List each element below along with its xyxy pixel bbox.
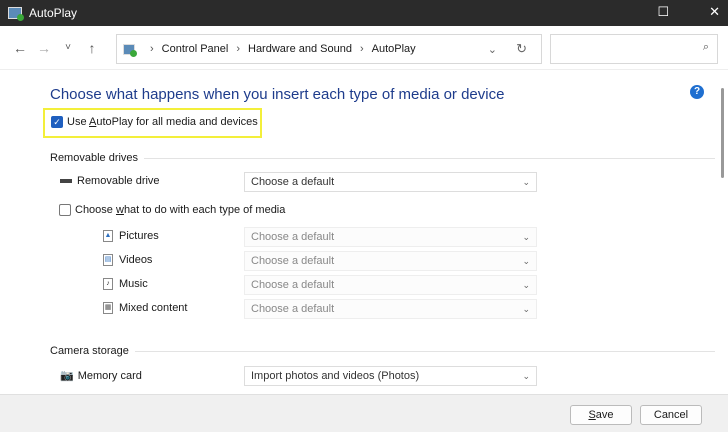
use-autoplay-checkbox[interactable]: ✓ Use AutoPlay for all media and devices bbox=[51, 116, 258, 129]
chevron-down-icon: ⌄ bbox=[522, 177, 530, 187]
help-icon[interactable]: ? bbox=[690, 85, 704, 99]
back-button[interactable]: ← bbox=[8, 40, 32, 56]
pictures-select[interactable]: Choose a default ⌄ bbox=[244, 227, 537, 247]
media-row-music: ♪ Music bbox=[103, 278, 148, 291]
cancel-button[interactable]: Cancel bbox=[640, 405, 702, 425]
chevron-down-icon: ⌄ bbox=[522, 304, 530, 314]
music-select[interactable]: Choose a default ⌄ bbox=[244, 275, 537, 295]
memory-card-select[interactable]: Import photos and videos (Photos) ⌄ bbox=[244, 366, 537, 386]
chevron-down-icon: ⌄ bbox=[522, 280, 530, 290]
address-dropdown-icon[interactable]: ⌄ bbox=[488, 43, 497, 56]
search-icon: ⌕ bbox=[702, 41, 709, 53]
media-row-mixed-content: ▦ Mixed content bbox=[103, 302, 188, 315]
music-icon: ♪ bbox=[103, 278, 113, 291]
mixed-content-select[interactable]: Choose a default ⌄ bbox=[244, 299, 537, 319]
control-panel-icon bbox=[123, 43, 137, 57]
videos-icon: ▤ bbox=[103, 254, 113, 267]
chevron-down-icon: ⌄ bbox=[522, 256, 530, 266]
breadcrumb-autoplay[interactable]: AutoPlay bbox=[372, 43, 416, 55]
footer: Save Cancel bbox=[0, 394, 728, 432]
breadcrumb-control-panel[interactable]: Control Panel bbox=[162, 43, 229, 55]
search-input[interactable]: ⌕ bbox=[550, 34, 718, 64]
chevron-down-icon: ⌄ bbox=[522, 371, 530, 381]
address-bar[interactable]: › Control Panel › Hardware and Sound › Aut… bbox=[116, 34, 542, 64]
window-title: AutoPlay bbox=[29, 6, 78, 20]
removable-drive-row: Removable drive bbox=[60, 175, 160, 187]
pictures-icon: ▲ bbox=[103, 230, 113, 243]
refresh-icon[interactable]: ↻ bbox=[516, 41, 527, 57]
media-row-videos: ▤ Videos bbox=[103, 254, 153, 267]
memory-card-row: 📷 Memory card bbox=[60, 370, 142, 382]
removable-drives-group: Removable drives bbox=[50, 152, 715, 164]
per-media-checkbox[interactable]: Choose what to do with each type of medi… bbox=[59, 204, 285, 217]
save-button[interactable]: Save bbox=[570, 405, 632, 425]
removable-drive-select[interactable]: Choose a default ⌄ bbox=[244, 172, 537, 192]
title-bar: AutoPlay ☐ ✕ bbox=[0, 0, 728, 26]
media-row-pictures: ▲ Pictures bbox=[103, 230, 159, 243]
camera-icon: 📷 bbox=[60, 370, 74, 382]
maximize-button[interactable]: ☐ bbox=[657, 4, 669, 20]
checkbox-unchecked-icon[interactable] bbox=[59, 204, 71, 217]
mixed-content-icon: ▦ bbox=[103, 302, 113, 315]
chevron-down-icon: ⌄ bbox=[522, 232, 530, 242]
up-button[interactable]: ↑ bbox=[80, 40, 104, 56]
page-heading: Choose what happens when you insert each… bbox=[50, 86, 505, 103]
breadcrumb-hardware-and-sound[interactable]: Hardware and Sound bbox=[248, 43, 352, 55]
checkbox-checked-icon[interactable]: ✓ bbox=[51, 116, 63, 129]
drive-icon bbox=[60, 179, 72, 184]
forward-button[interactable]: → bbox=[32, 40, 56, 56]
videos-select[interactable]: Choose a default ⌄ bbox=[244, 251, 537, 271]
recent-locations-button[interactable]: ˅ bbox=[56, 42, 80, 53]
autoplay-app-icon bbox=[8, 7, 24, 21]
vertical-scrollbar[interactable] bbox=[721, 88, 724, 178]
close-button[interactable]: ✕ bbox=[709, 4, 720, 20]
camera-storage-group: Camera storage bbox=[50, 345, 715, 357]
